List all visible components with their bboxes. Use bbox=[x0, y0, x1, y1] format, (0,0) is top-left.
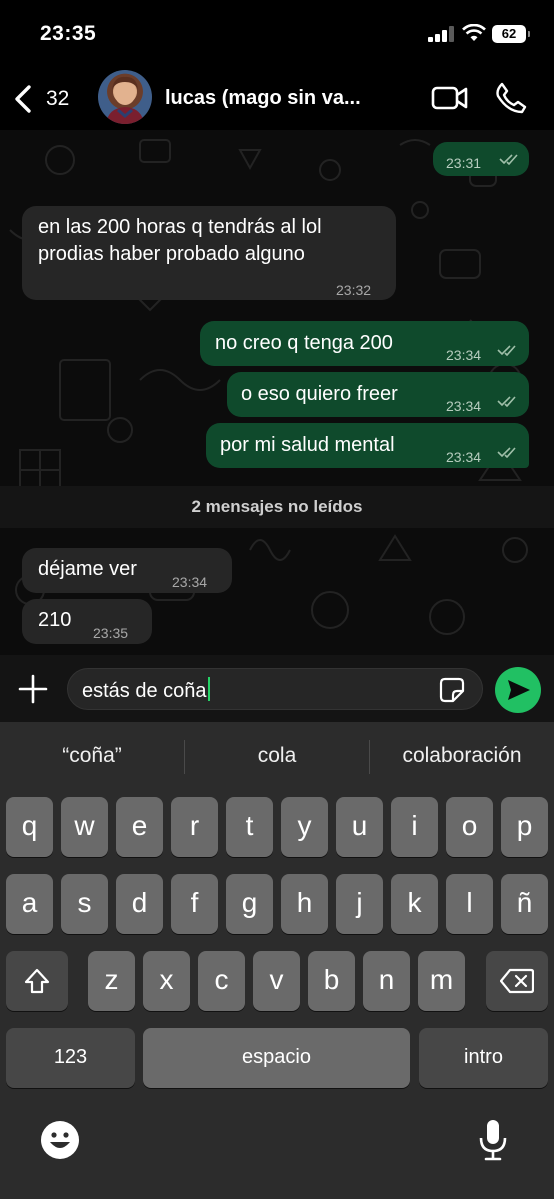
message-time: 23:31 bbox=[446, 155, 482, 171]
message-text: en las 200 horas q tendrás al lol bbox=[38, 216, 322, 238]
key-r[interactable]: r bbox=[171, 797, 218, 857]
key-e[interactable]: e bbox=[116, 797, 163, 857]
unread-messages-banner: 2 mensajes no leídos bbox=[0, 486, 554, 528]
read-receipt-icon bbox=[497, 396, 516, 407]
message-time: 23:34 bbox=[446, 347, 482, 363]
voice-call-icon[interactable] bbox=[494, 82, 528, 114]
contact-name[interactable]: lucas (mago sin va... bbox=[165, 87, 375, 110]
message-composer: estás de coña bbox=[0, 655, 554, 722]
emoji-icon[interactable] bbox=[40, 1120, 80, 1160]
keyboard: “coña” cola colaboración q w e r t y u i… bbox=[0, 722, 554, 1199]
cellular-signal-icon bbox=[428, 26, 456, 42]
outgoing-message[interactable]: no creo q tenga 200 23:34 bbox=[200, 321, 529, 366]
suggestion-item[interactable]: “coña” bbox=[0, 744, 184, 768]
key-n[interactable]: n bbox=[363, 951, 410, 1011]
message-time: 23:34 bbox=[172, 574, 208, 590]
microphone-icon[interactable] bbox=[478, 1118, 508, 1162]
read-receipt-icon bbox=[499, 154, 518, 165]
message-input[interactable]: estás de coña bbox=[67, 668, 483, 710]
key-o[interactable]: o bbox=[446, 797, 493, 857]
message-text: por mi salud mental bbox=[220, 434, 395, 456]
key-j[interactable]: j bbox=[336, 874, 383, 934]
key-v[interactable]: v bbox=[253, 951, 300, 1011]
key-u[interactable]: u bbox=[336, 797, 383, 857]
send-button[interactable] bbox=[495, 667, 541, 713]
shift-key[interactable] bbox=[6, 951, 68, 1011]
suggestion-item[interactable]: cola bbox=[185, 744, 369, 768]
unread-chats-count[interactable]: 32 bbox=[46, 87, 69, 111]
key-w[interactable]: w bbox=[61, 797, 108, 857]
message-text: prodias haber probado alguno bbox=[38, 243, 305, 265]
key-enye[interactable]: ñ bbox=[501, 874, 548, 934]
outgoing-message[interactable]: o eso quiero freer 23:34 bbox=[227, 372, 529, 417]
key-h[interactable]: h bbox=[281, 874, 328, 934]
message-time: 23:35 bbox=[93, 625, 129, 641]
message-text: no creo q tenga 200 bbox=[215, 332, 393, 354]
battery-indicator: 62 bbox=[492, 25, 530, 43]
read-receipt-icon bbox=[497, 345, 516, 356]
sticker-icon[interactable] bbox=[439, 677, 465, 703]
message-text: déjame ver bbox=[38, 558, 137, 580]
contact-avatar[interactable] bbox=[98, 70, 152, 124]
key-a[interactable]: a bbox=[6, 874, 53, 934]
key-y[interactable]: y bbox=[281, 797, 328, 857]
status-time: 23:35 bbox=[40, 22, 97, 45]
key-l[interactable]: l bbox=[446, 874, 493, 934]
key-s[interactable]: s bbox=[61, 874, 108, 934]
outgoing-message[interactable]: 23:31 bbox=[433, 142, 529, 176]
incoming-message[interactable]: 210 23:35 bbox=[22, 599, 152, 644]
chat-messages-area[interactable]: 23:31 en las 200 horas q tendrás al lol … bbox=[0, 130, 554, 655]
message-time: 23:34 bbox=[446, 449, 482, 465]
message-text: o eso quiero freer bbox=[241, 383, 398, 405]
message-time: 23:34 bbox=[446, 398, 482, 414]
key-z[interactable]: z bbox=[88, 951, 135, 1011]
key-d[interactable]: d bbox=[116, 874, 163, 934]
key-k[interactable]: k bbox=[391, 874, 438, 934]
key-i[interactable]: i bbox=[391, 797, 438, 857]
key-f[interactable]: f bbox=[171, 874, 218, 934]
backspace-icon bbox=[500, 968, 534, 994]
outgoing-message[interactable]: por mi salud mental 23:34 bbox=[206, 423, 529, 468]
status-bar: 23:35 62 bbox=[0, 0, 554, 68]
key-q[interactable]: q bbox=[6, 797, 53, 857]
attach-plus-icon[interactable] bbox=[17, 673, 49, 705]
wifi-icon bbox=[462, 24, 486, 41]
numbers-key[interactable]: 123 bbox=[6, 1028, 135, 1088]
key-p[interactable]: p bbox=[501, 797, 548, 857]
incoming-message[interactable]: déjame ver 23:34 bbox=[22, 548, 232, 593]
key-c[interactable]: c bbox=[198, 951, 245, 1011]
key-g[interactable]: g bbox=[226, 874, 273, 934]
incoming-message[interactable]: en las 200 horas q tendrás al lol prodia… bbox=[22, 206, 396, 300]
chat-header: 32 lucas (mago sin va... bbox=[0, 68, 554, 130]
message-input-text: estás de coña bbox=[82, 680, 207, 702]
message-time: 23:32 bbox=[336, 282, 372, 298]
text-caret bbox=[207, 677, 210, 701]
space-key[interactable]: espacio bbox=[143, 1028, 410, 1088]
read-receipt-icon bbox=[497, 447, 516, 458]
key-t[interactable]: t bbox=[226, 797, 273, 857]
message-text: 210 bbox=[38, 609, 72, 631]
key-x[interactable]: x bbox=[143, 951, 190, 1011]
suggestion-item[interactable]: colaboración bbox=[370, 744, 554, 768]
back-chevron-icon[interactable] bbox=[12, 84, 34, 114]
video-call-icon[interactable] bbox=[431, 85, 469, 111]
backspace-key[interactable] bbox=[486, 951, 548, 1011]
return-key[interactable]: intro bbox=[419, 1028, 548, 1088]
send-arrow-icon bbox=[508, 680, 530, 700]
key-b[interactable]: b bbox=[308, 951, 355, 1011]
shift-icon bbox=[24, 968, 50, 994]
key-m[interactable]: m bbox=[418, 951, 465, 1011]
